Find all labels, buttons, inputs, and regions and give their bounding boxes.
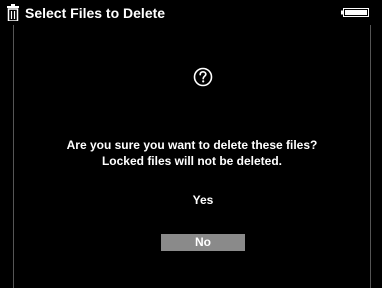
confirmation-message-line-2: Locked files will not be deleted. xyxy=(101,154,283,168)
yes-button[interactable]: Yes xyxy=(161,192,245,209)
confirmation-message-line-1: Are you sure you want to delete these fi… xyxy=(66,138,318,152)
page-title: Select Files to Delete xyxy=(25,5,166,21)
title-bar: Select Files to Delete xyxy=(0,0,382,25)
battery-icon xyxy=(341,8,369,17)
trash-icon xyxy=(7,4,19,21)
delete-confirmation-screen: Select Files to Delete Are you sure you … xyxy=(0,0,382,288)
no-button[interactable]: No xyxy=(161,234,245,251)
question-icon xyxy=(193,67,213,87)
